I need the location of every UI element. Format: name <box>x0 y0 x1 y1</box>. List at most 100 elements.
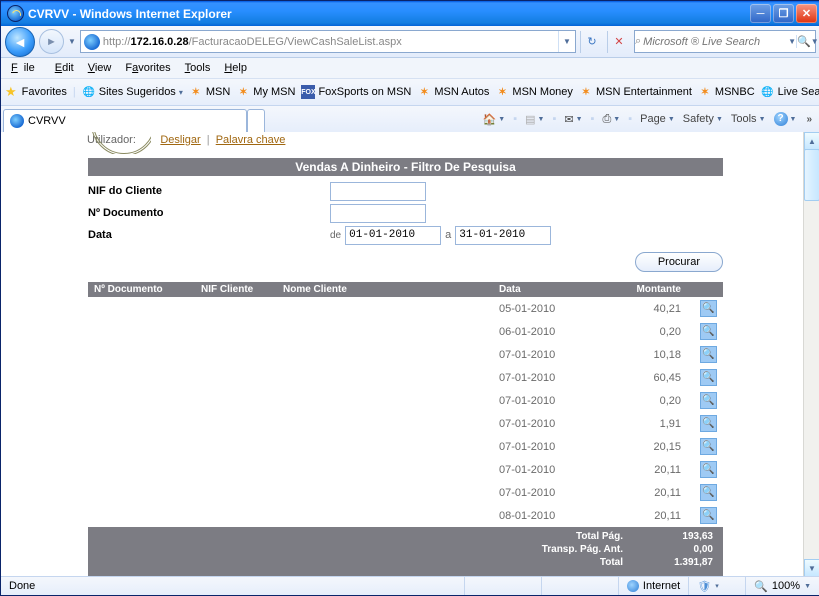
title-bar: CVRVV - Windows Internet Explorer ─ ❐ ✕ <box>1 1 819 26</box>
view-detail-button[interactable]: 🔍 <box>700 461 717 478</box>
menu-edit[interactable]: Edit <box>49 60 80 76</box>
desligar-link[interactable]: Desligar <box>160 134 200 146</box>
col-n-documento: Nº Documento <box>88 282 195 297</box>
table-row: 07-01-2010 0,20 🔍 <box>88 389 723 412</box>
site-favicon-icon <box>84 34 100 50</box>
fav-msn-entertainment[interactable]: ✶MSN Entertainment <box>579 85 692 99</box>
ie-logo-icon <box>7 5 24 22</box>
tools-menu[interactable]: Tools ▼ <box>731 113 766 125</box>
forward-button[interactable]: ► <box>39 29 64 54</box>
view-detail-button[interactable]: 🔍 <box>700 323 717 340</box>
address-bar[interactable]: http://172.16.0.28/FacturacaoDELEG/ViewC… <box>80 30 576 53</box>
menu-help[interactable]: Help <box>218 60 253 76</box>
scroll-up-button[interactable]: ▲ <box>804 132 819 150</box>
scroll-thumb[interactable] <box>804 149 819 201</box>
palavra-chave-link[interactable]: Palavra chave <box>216 134 286 146</box>
fav-foxsports[interactable]: FOXFoxSports on MSN <box>301 85 411 99</box>
cell-montante: 40,21 <box>605 297 687 320</box>
table-row: 07-01-2010 20,11 🔍 <box>88 458 723 481</box>
msn-icon: ✶ <box>417 85 431 99</box>
new-tab-button[interactable] <box>247 109 265 132</box>
refresh-button[interactable]: ↻ <box>580 31 603 53</box>
de-label: de <box>330 230 341 241</box>
menu-tools[interactable]: Tools <box>179 60 217 76</box>
cell-data: 07-01-2010 <box>493 343 605 366</box>
page-menu[interactable]: Page ▼ <box>640 113 675 125</box>
help-button[interactable]: ?▼ <box>774 112 797 126</box>
safety-menu[interactable]: Safety ▼ <box>683 113 723 125</box>
commandbar-overflow-icon[interactable]: » <box>806 114 812 125</box>
n-documento-input[interactable] <box>330 204 426 223</box>
cvrvv-logo-partial <box>91 132 151 154</box>
security-zone[interactable]: Internet <box>619 577 689 595</box>
search-provider-dropdown-icon[interactable]: ▼ <box>788 37 796 46</box>
table-row: 06-01-2010 0,20 🔍 <box>88 320 723 343</box>
transp-pag-ant-label: Transp. Pág. Ant. <box>542 543 623 556</box>
cell-montante: 20,11 <box>605 458 687 481</box>
favorites-button[interactable]: ★Favorites <box>5 84 67 100</box>
data-to-input[interactable] <box>455 226 551 245</box>
data-label: Data <box>88 229 330 241</box>
star-icon: ★ <box>5 84 17 100</box>
menu-bar: File Edit View Favorites Tools Help <box>1 58 819 79</box>
url-text: http://172.16.0.28/FacturacaoDELEG/ViewC… <box>103 36 558 48</box>
menu-file[interactable]: File <box>5 60 47 76</box>
window-maximize-button[interactable]: ❐ <box>773 4 794 23</box>
data-from-input[interactable] <box>345 226 441 245</box>
view-detail-button[interactable]: 🔍 <box>700 300 717 317</box>
view-detail-button[interactable]: 🔍 <box>700 438 717 455</box>
mail-button[interactable]: ✉▼ <box>564 113 582 126</box>
fav-sites-sugeridos[interactable]: 🌐Sites Sugeridos ▾ <box>82 85 183 99</box>
procurar-button[interactable]: Procurar <box>635 252 723 272</box>
protected-mode-icon: 🛡 <box>697 580 711 593</box>
tab-cvrvv[interactable]: CVRVV <box>3 109 247 132</box>
back-button[interactable]: ◄ <box>5 27 35 57</box>
cell-data: 07-01-2010 <box>493 435 605 458</box>
view-detail-button[interactable]: 🔍 <box>700 415 717 432</box>
fav-msn[interactable]: ✶MSN <box>189 85 230 99</box>
home-button[interactable]: 🏠▼ <box>483 113 506 126</box>
scroll-down-button[interactable]: ▼ <box>804 559 819 577</box>
fav-live-search-traffic[interactable]: 🌐Live Search Traffic ▾ <box>761 85 819 99</box>
cell-data: 07-01-2010 <box>493 366 605 389</box>
cell-data: 07-01-2010 <box>493 481 605 504</box>
fav-my-msn[interactable]: ✶My MSN <box>236 85 295 99</box>
search-options-dropdown-icon[interactable]: ▼ <box>811 37 819 46</box>
search-input[interactable] <box>641 35 788 49</box>
print-button[interactable]: ⎙▼ <box>602 113 620 126</box>
protected-mode-cell[interactable]: 🛡▾ <box>689 577 746 595</box>
view-detail-button[interactable]: 🔍 <box>700 507 717 524</box>
total-value: 1.391,87 <box>653 556 713 569</box>
col-data: Data <box>493 282 605 297</box>
fav-msn-money[interactable]: ✶MSN Money <box>495 85 573 99</box>
ie-favicon-icon: 🌐 <box>82 85 96 99</box>
address-dropdown-icon[interactable]: ▼ <box>558 31 575 52</box>
msn-icon: ✶ <box>189 85 203 99</box>
stop-button[interactable]: ✕ <box>607 31 630 53</box>
zoom-control[interactable]: 🔍 100% ▼ <box>746 577 819 595</box>
fav-msn-autos[interactable]: ✶MSN Autos <box>417 85 489 99</box>
search-go-button[interactable]: 🔍 <box>796 35 811 48</box>
window-close-button[interactable]: ✕ <box>796 4 817 23</box>
table-row: 07-01-2010 20,11 🔍 <box>88 481 723 504</box>
table-row: 07-01-2010 10,18 🔍 <box>88 343 723 366</box>
col-nome-cliente: Nome Cliente <box>277 282 493 297</box>
nav-dropdown-icon[interactable]: ▼ <box>68 37 76 46</box>
totals-bar: Total Pág. Transp. Pág. Ant. Total 193,6… <box>88 527 723 577</box>
msn-icon: ✶ <box>236 85 250 99</box>
view-detail-button[interactable]: 🔍 <box>700 392 717 409</box>
search-box[interactable]: ⌕ ▼ 🔍 ▼ <box>634 30 816 53</box>
nif-cliente-input[interactable] <box>330 182 426 201</box>
window-minimize-button[interactable]: ─ <box>750 4 771 23</box>
view-detail-button[interactable]: 🔍 <box>700 369 717 386</box>
cell-montante: 10,18 <box>605 343 687 366</box>
view-detail-button[interactable]: 🔍 <box>700 346 717 363</box>
fav-msnbc[interactable]: ✶MSNBC <box>698 85 755 99</box>
menu-favorites[interactable]: Favorites <box>119 60 176 76</box>
menu-view[interactable]: View <box>82 60 118 76</box>
vertical-scrollbar[interactable]: ▲ ▼ <box>803 132 819 577</box>
cell-montante: 20,11 <box>605 481 687 504</box>
view-detail-button[interactable]: 🔍 <box>700 484 717 501</box>
feeds-button[interactable]: ▤▼ <box>525 113 544 126</box>
table-row: 08-01-2010 20,11 🔍 <box>88 504 723 527</box>
